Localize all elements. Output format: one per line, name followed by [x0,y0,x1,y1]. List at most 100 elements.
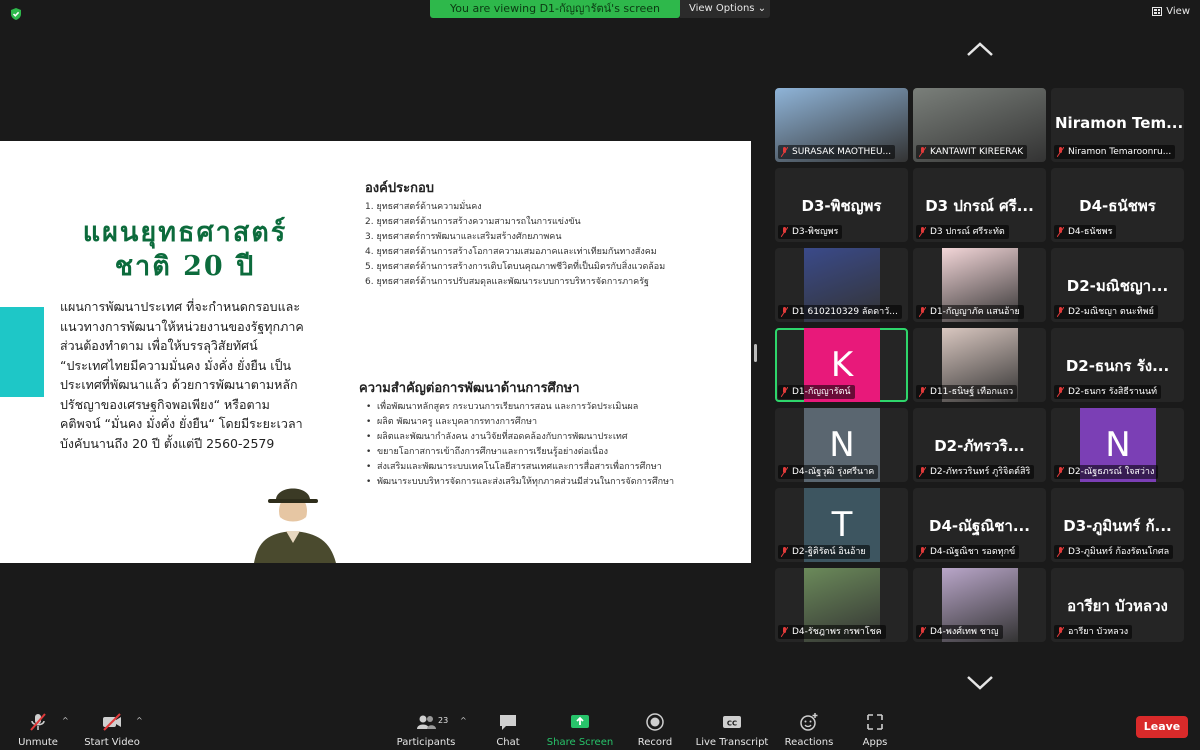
participant-display-name: D3 ปกรณ์ ศรี... [925,197,1034,215]
participant-name-label: อารียา บัวหลวง [1054,625,1133,639]
participant-tile[interactable]: D3-พิชญพร D3-พิชญพร [775,168,908,242]
participant-name: KANTAWIT KIREERAK [930,147,1024,157]
participant-display-name: D2-ภัทรวริ... [934,437,1025,455]
participant-count: 23 [438,716,449,725]
slide-title: แผนยุทธศาสตร์ ชาติ 20 ปี [55,216,315,284]
participant-tile[interactable]: N D4-ณัฐวุฒิ รุ่งศรีนาค [775,408,908,482]
participant-name-label: D4-ธนัชพร [1054,225,1117,239]
participant-display-name: D3-พิชญพร [801,197,882,215]
participant-name: D4-รัชฎาพร กรพาโชค [792,627,882,637]
apps-icon [867,714,883,730]
participant-tile[interactable]: D4-พงศ์เทพ ชาญ [913,568,1046,642]
participant-tile[interactable]: N D2-ณัฐธภรณ์ ใจสว่าง [1051,408,1184,482]
participant-name: Niramon Temaroonru... [1068,147,1172,157]
participant-tile[interactable]: D3-ภูมินทร์ ก้... D3-ภูมินทร์ ก้องรัตนโกศ… [1051,488,1184,562]
muted-mic-icon [1057,387,1064,397]
participant-display-name: D4-ธนัชพร [1079,197,1156,215]
participant-name-label: D2-ธนกร รังสิธีรานนท์ [1054,385,1162,399]
record-icon [646,713,664,731]
soldier-illustration [254,488,336,563]
muted-mic-icon [1057,467,1064,477]
list-item: ผลิต พัฒนาครู และบุคลากรทางการศึกษา [363,416,713,429]
participant-name-label: D11-ธนิษฐ์ เทือกแถว [916,385,1018,399]
list-item: 3. ยุทธศาสตร์การพัฒนาและเสริมสร้างศักยภา… [365,232,562,242]
video-off-icon [103,713,121,731]
security-shield-icon[interactable] [9,7,23,21]
participant-tile[interactable]: อารียา บัวหลวง อารียา บัวหลวง [1051,568,1184,642]
share-screen-label: Share Screen [546,737,614,748]
components-heading: องค์ประกอบ [365,181,434,196]
chevron-down-icon: ⌄ [757,3,767,14]
start-video-button[interactable]: Start Video [84,711,140,748]
live-transcript-label: Live Transcript [695,737,769,748]
participant-tile[interactable]: D2-ภัทรวริ... D2-ภัทรวรินทร์ ภูริจิตต์สิร… [913,408,1046,482]
unmute-label: Unmute [18,737,58,748]
muted-mic-icon [919,547,926,557]
muted-mic-icon [781,227,788,237]
participant-tile[interactable]: T D2-ฐิติรัตน์ อินอ้าย [775,488,908,562]
unmute-button[interactable]: Unmute [16,711,60,748]
participant-tile[interactable]: D2-มณิชญา... D2-มณิชญา ตนะทิพย์ [1051,248,1184,322]
muted-mic-icon [781,467,788,477]
participant-tile[interactable]: D1-กัญญาภัค แสนอ้าย [913,248,1046,322]
grid-view-icon [1152,7,1163,16]
participant-tile[interactable]: D2-ธนกร รัง... D2-ธนกร รังสิธีรานนท์ [1051,328,1184,402]
zoom-meeting-window: You are viewing D1-กัญญารัตน์'s screen V… [0,0,1200,750]
leave-button[interactable]: Leave [1136,716,1188,738]
reactions-label: Reactions [784,737,834,748]
live-transcript-button[interactable]: CC Live Transcript [694,711,770,748]
share-screen-icon [571,715,589,728]
components-list: 1. ยุทธศาสตร์ด้านความมั่นคง 2. ยุทธศาสตร… [365,201,700,291]
record-button[interactable]: Record [634,711,676,748]
participant-name-label: D4-ณัฐณิชา รอดทุกข์ [916,545,1020,559]
participant-tile[interactable]: D4-รัชฎาพร กรพาโชค [775,568,908,642]
muted-mic-icon [919,147,926,157]
muted-mic-icon [919,467,926,477]
decorative-teal-bar [0,307,44,397]
participant-name-label: D3 ปกรณ์ ศรีระทัต [916,225,1009,239]
caret-up-icon[interactable]: ^ [62,716,69,725]
importance-heading: ความสำคัญต่อการพัฒนาด้านการศึกษา [359,381,580,396]
view-label: View [1166,6,1190,17]
reactions-button[interactable]: Reactions [783,711,835,748]
participant-name: D1 610210329 ลัดดาวั... [792,307,898,317]
share-screen-button[interactable]: Share Screen [546,711,614,748]
participant-tile[interactable]: D1 610210329 ลัดดาวั... [775,248,908,322]
slide-title-line1: แผนยุทธศาสตร์ [82,217,288,248]
participant-tile[interactable]: D4-ธนัชพร D4-ธนัชพร [1051,168,1184,242]
participant-display-name: D4-ณัฐณิชา... [929,517,1030,535]
participant-tile[interactable]: D3 ปกรณ์ ศรี... D3 ปกรณ์ ศรีระทัต [913,168,1046,242]
apps-label: Apps [862,737,888,748]
participant-name: D2-มณิชญา ตนะทิพย์ [1068,307,1154,317]
caret-up-icon[interactable]: ^ [136,716,143,725]
participant-tile[interactable]: Niramon Tem... Niramon Temaroonru... [1051,88,1184,162]
participant-display-name: D2-ธนกร รัง... [1065,357,1170,375]
participant-name-label: SURASAK MAOTHEU... [778,145,896,159]
chat-icon [500,715,516,730]
list-item: 4. ยุทธศาสตร์ด้านการสร้างโอกาสความเสมอภา… [365,247,657,257]
participant-name-label: D1-กัญญาภัค แสนอ้าย [916,305,1024,319]
participant-name-label: D2-ฐิติรัตน์ อินอ้าย [778,545,870,559]
muted-mic-icon [30,713,46,731]
caret-up-icon[interactable]: ^ [460,716,467,725]
split-view-handle[interactable] [754,344,757,362]
chevron-down-icon[interactable] [966,674,994,692]
muted-mic-icon [919,387,926,397]
smiley-plus-icon [800,713,818,731]
participant-tile[interactable]: SURASAK MAOTHEU... [775,88,908,162]
participant-name: D4-ณัฐณิชา รอดทุกข์ [930,547,1016,557]
view-button[interactable]: View [1152,6,1190,17]
participant-tile[interactable]: KANTAWIT KIREERAK [913,88,1046,162]
participant-name: D2-ธนกร รังสิธีรานนท์ [1068,387,1158,397]
participants-icon [417,715,436,729]
slide-description: แผนการพัฒนาประเทศ ที่จะกำหนดกรอบและแนวทา… [60,299,304,451]
view-options-button[interactable]: View Options ⌄ [680,0,770,18]
list-item: เพื่อพัฒนาหลักสูตร กระบวนการเรียนการสอน … [363,401,713,414]
apps-button[interactable]: Apps [855,711,895,748]
participant-tile[interactable]: K D1-กัญญารัตน์ [775,328,908,402]
participant-name: D4-พงศ์เทพ ชาญ [930,627,999,637]
chevron-up-icon[interactable] [966,40,994,58]
participant-tile[interactable]: D11-ธนิษฐ์ เทือกแถว [913,328,1046,402]
participant-tile[interactable]: D4-ณัฐณิชา... D4-ณัฐณิชา รอดทุกข์ [913,488,1046,562]
chat-button[interactable]: Chat [488,711,528,748]
